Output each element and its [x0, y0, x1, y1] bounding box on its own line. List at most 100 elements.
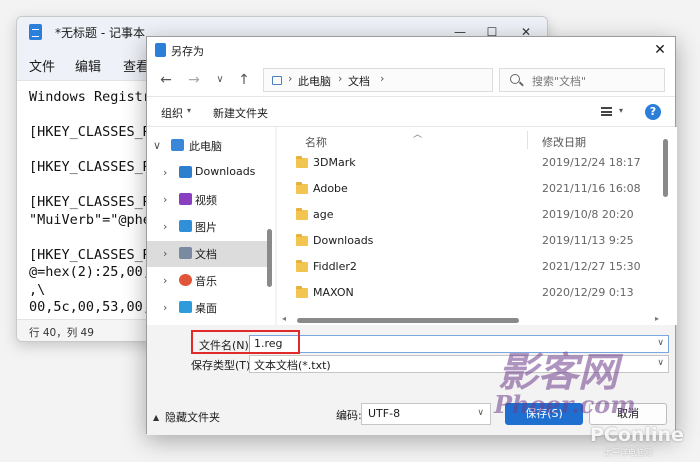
chevron-right-icon[interactable]: ›: [163, 274, 167, 287]
file-name: MAXON: [313, 286, 354, 299]
computer-icon: [272, 76, 282, 85]
notepad-title: *无标题 - 记事本: [55, 26, 145, 40]
file-date: 2019/10/8 20:20: [542, 208, 634, 221]
tree-item-documents[interactable]: › 文档: [147, 241, 267, 267]
chevron-right-icon[interactable]: ›: [163, 301, 167, 314]
tree-label: 此电脑: [189, 140, 222, 153]
tree-label: 音乐: [195, 275, 217, 288]
chevron-right-icon[interactable]: ›: [163, 220, 167, 233]
tree-label: 视频: [195, 194, 217, 207]
navigation-pane: ∨ 此电脑 › Downloads › 视频 › 图片 › 文档 › 音乐 › …: [147, 127, 275, 325]
chevron-right-icon[interactable]: ›: [380, 72, 384, 85]
list-item[interactable]: 3DMark 2019/12/24 18:17: [277, 151, 667, 177]
folder-icon: [296, 156, 308, 168]
horizontal-scrollbar[interactable]: [297, 318, 519, 323]
notepad-icon: [155, 43, 166, 57]
file-name: age: [313, 208, 334, 221]
file-list-scrollbar[interactable]: [663, 139, 668, 197]
notepad-icon: [29, 24, 42, 40]
file-name: 3DMark: [313, 156, 356, 169]
list-item[interactable]: age 2019/10/8 20:20: [277, 203, 667, 229]
document-icon: [179, 247, 192, 259]
tree-item-this-pc[interactable]: ∨ 此电脑: [147, 133, 267, 159]
caret-down-icon: ▾: [187, 106, 192, 115]
folder-icon: [296, 286, 308, 298]
menu-file[interactable]: 文件: [29, 56, 55, 75]
tree-label: 图片: [195, 221, 217, 234]
menu-edit[interactable]: 编辑: [75, 56, 101, 75]
hide-folders-toggle[interactable]: 隐藏文件夹: [165, 409, 220, 425]
filetype-value: 文本文档(*.txt): [254, 359, 331, 372]
tree-item-downloads[interactable]: › Downloads: [147, 160, 267, 186]
chevron-right-icon: ›: [338, 72, 343, 85]
scroll-left-icon[interactable]: ◂: [282, 314, 286, 323]
list-item[interactable]: MAXON 2020/12/29 0:13: [277, 281, 667, 307]
encoding-label: 编码:: [336, 409, 362, 422]
tree-item-pictures[interactable]: › 图片: [147, 214, 267, 240]
chevron-right-icon[interactable]: ›: [163, 247, 167, 260]
video-icon: [179, 193, 192, 205]
chevron-down-icon[interactable]: ∨: [153, 139, 161, 152]
caret-down-icon[interactable]: ▾: [619, 106, 623, 115]
search-box[interactable]: 搜索"文档": [499, 68, 665, 92]
chevron-down-icon[interactable]: ∨: [657, 338, 664, 348]
file-date: 2021/11/16 16:08: [542, 182, 641, 195]
file-name: Downloads: [313, 234, 374, 247]
watermark-brand-sub: 太平洋电脑网: [604, 448, 652, 457]
dialog-title: 另存为: [171, 45, 204, 58]
column-divider[interactable]: [527, 131, 528, 149]
dialog-titlebar[interactable]: 另存为 ✕: [147, 37, 675, 63]
desktop-icon: [179, 301, 192, 313]
cursor-position: 行 40，列 49: [29, 327, 94, 339]
watermark-url: Phoer.com: [494, 390, 636, 419]
view-options-icon[interactable]: [601, 107, 612, 116]
organize-button[interactable]: 组织: [161, 105, 183, 121]
encoding-select[interactable]: UTF-8 ∨: [361, 403, 491, 425]
file-list: ︿ 名称 修改日期 3DMark 2019/12/24 18:17 Adobe …: [277, 127, 677, 325]
tree-label: 文档: [195, 248, 217, 261]
list-item[interactable]: Downloads 2019/11/13 9:25: [277, 229, 667, 255]
folder-icon: [296, 208, 308, 220]
breadcrumb-this-pc[interactable]: 此电脑: [298, 73, 331, 89]
list-item[interactable]: Fiddler2 2021/12/27 15:30: [277, 255, 667, 281]
tree-item-desktop[interactable]: › 桌面: [147, 295, 267, 321]
scroll-right-icon[interactable]: ▸: [655, 314, 659, 323]
chevron-right-icon[interactable]: ›: [163, 193, 167, 206]
file-date: 2019/12/24 18:17: [542, 156, 641, 169]
tree-item-videos[interactable]: › 视频: [147, 187, 267, 213]
list-item[interactable]: Adobe 2021/11/16 16:08: [277, 177, 667, 203]
recent-locations-icon[interactable]: ∨: [209, 71, 231, 89]
file-date: 2021/12/27 15:30: [542, 260, 641, 273]
column-header-date[interactable]: 修改日期: [542, 134, 586, 150]
navigation-bar: ← → ∨ ↑ › 此电脑 › 文档 › ∨ ↻ 搜索"文档": [147, 63, 675, 97]
tree-item-music[interactable]: › 音乐: [147, 268, 267, 294]
download-icon: [179, 166, 192, 178]
encoding-value: UTF-8: [368, 407, 401, 420]
tree-label: 桌面: [195, 302, 217, 315]
column-header-name[interactable]: 名称: [305, 134, 327, 150]
caret-up-icon[interactable]: ▲: [153, 413, 159, 422]
folder-icon: [296, 260, 308, 272]
file-date: 2020/12/29 0:13: [542, 286, 634, 299]
new-folder-button[interactable]: 新建文件夹: [213, 105, 268, 121]
file-date: 2019/11/13 9:25: [542, 234, 634, 247]
file-name: Fiddler2: [313, 260, 357, 273]
chevron-down-icon[interactable]: ∨: [477, 408, 484, 418]
chevron-down-icon[interactable]: ∨: [657, 358, 664, 368]
search-placeholder: 搜索"文档": [532, 75, 587, 88]
help-icon[interactable]: ?: [645, 104, 661, 120]
tree-scrollbar[interactable]: [267, 229, 272, 287]
back-icon[interactable]: ←: [155, 71, 177, 89]
breadcrumb-documents[interactable]: 文档: [348, 73, 370, 89]
up-icon[interactable]: ↑: [233, 71, 255, 89]
annotation-highlight-box: [191, 330, 300, 354]
address-bar[interactable]: › 此电脑 › 文档 › ∨ ↻: [263, 68, 597, 92]
chevron-right-icon[interactable]: ›: [163, 166, 167, 179]
picture-icon: [179, 220, 192, 232]
folder-icon: [296, 234, 308, 246]
music-icon: [179, 274, 192, 286]
file-name: Adobe: [313, 182, 348, 195]
close-icon[interactable]: ✕: [647, 39, 673, 61]
sort-caret-icon: ︿: [413, 130, 423, 140]
forward-icon[interactable]: →: [183, 71, 205, 89]
